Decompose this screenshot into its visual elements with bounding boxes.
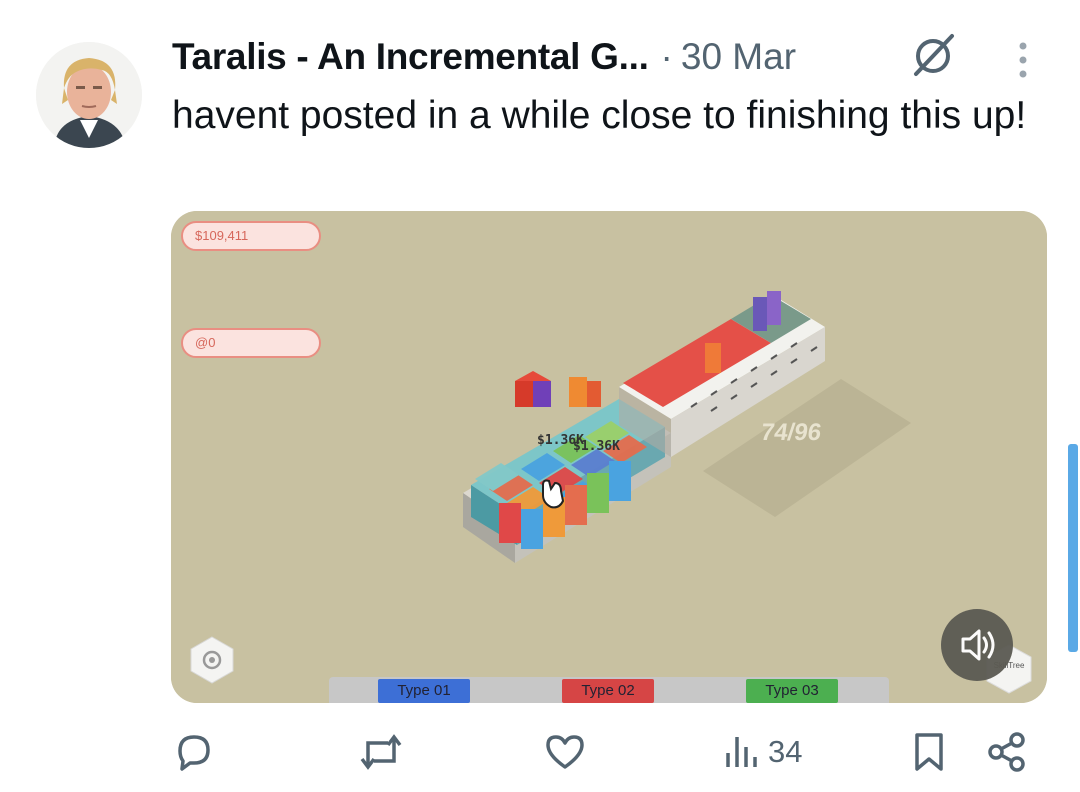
bookmark-icon <box>915 733 943 771</box>
type-tab-02[interactable]: Type 02 <box>562 679 654 703</box>
avatar-image <box>36 42 142 148</box>
views-count: 34 <box>768 734 803 769</box>
gem-counter: @0 <box>181 328 321 358</box>
share-button[interactable] <box>986 722 1028 782</box>
like-button[interactable] <box>544 722 586 782</box>
settings-icon[interactable] <box>189 635 235 685</box>
author-avatar[interactable] <box>36 42 142 148</box>
scroll-indicator[interactable] <box>1068 444 1078 652</box>
share-icon <box>988 732 1025 772</box>
game-scene <box>171 211 1047 703</box>
type-tab-label: Type 03 <box>746 679 838 703</box>
earnings-popup-2: $1.36K <box>573 439 620 454</box>
author-name[interactable]: Taralis - An Incremental G... <box>172 36 649 78</box>
more-icon[interactable] <box>1008 38 1038 82</box>
views-button[interactable]: 34 <box>724 722 802 782</box>
post-actions: 34 <box>0 722 1080 782</box>
capacity-counter: 74/96 <box>759 419 824 446</box>
views-icon <box>726 737 757 767</box>
post-date[interactable]: 30 Mar <box>681 36 796 78</box>
post-header: Taralis - An Incremental G... · 30 Mar <box>172 30 796 84</box>
bookmark-button[interactable] <box>912 722 946 782</box>
type-tab-label: Type 02 <box>562 679 654 703</box>
volume-button[interactable] <box>941 609 1013 681</box>
volume-icon <box>961 629 995 661</box>
grok-icon[interactable] <box>908 30 958 80</box>
type-tab-03[interactable]: Type 03 <box>746 679 838 703</box>
reply-button[interactable] <box>172 722 214 782</box>
post-text: havent posted in a while close to finish… <box>172 94 1027 137</box>
money-counter: $109,411 <box>181 221 321 251</box>
repost-icon <box>360 734 402 770</box>
type-tab-01[interactable]: Type 01 <box>378 679 470 703</box>
like-icon <box>546 735 584 769</box>
type-tab-label: Type 01 <box>378 679 470 703</box>
reply-icon <box>178 735 210 771</box>
video-player[interactable]: $109,411 @0 $1.36K $1.36K 74/96 Type 01 … <box>171 211 1047 703</box>
repost-button[interactable] <box>358 722 404 782</box>
header-separator: · <box>660 36 673 77</box>
